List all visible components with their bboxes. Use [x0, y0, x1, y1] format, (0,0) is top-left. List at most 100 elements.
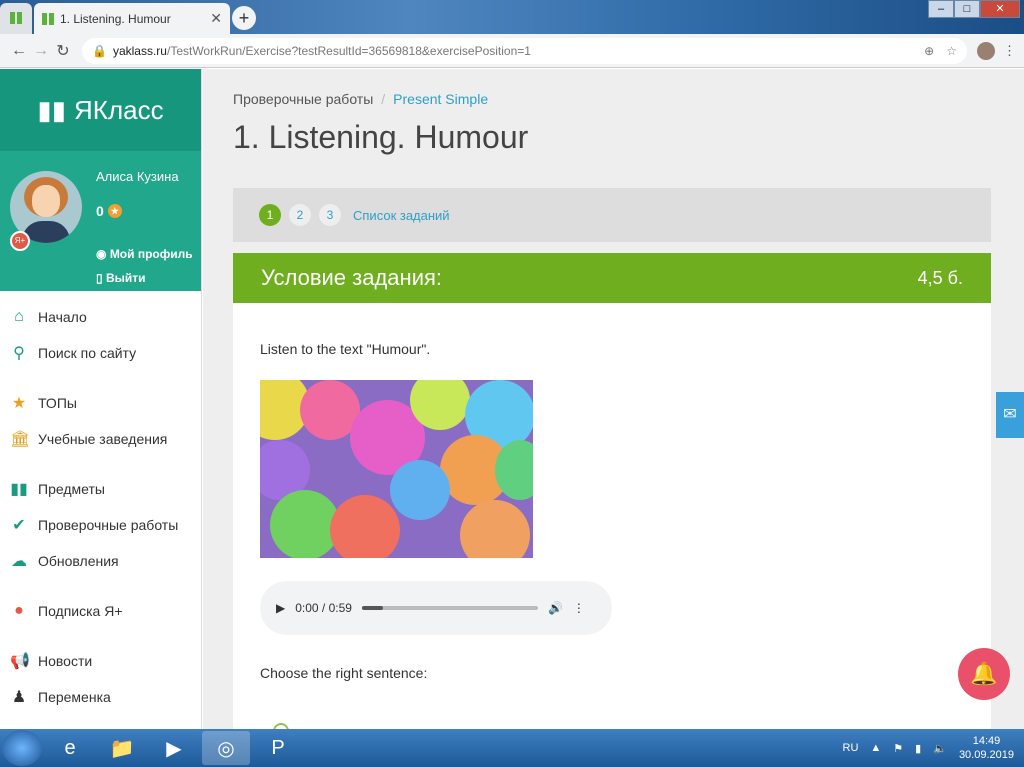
new-tab-button[interactable]: +: [232, 6, 256, 30]
book-logo-icon: ▮▮: [37, 94, 67, 125]
score-value: 0: [96, 203, 104, 219]
maximize-button[interactable]: □: [954, 0, 980, 18]
megaphone-icon: 📢: [10, 653, 30, 670]
reload-icon[interactable]: ↻: [52, 41, 74, 61]
task-list-link[interactable]: Список заданий: [353, 208, 450, 223]
sidebar-item-home[interactable]: ⌂ Начало: [0, 299, 201, 335]
date: 30.09.2019: [958, 749, 1014, 761]
profile-avatar[interactable]: [977, 41, 995, 60]
minimize-button[interactable]: –: [928, 0, 954, 18]
url-domain: yaklass.ru: [112, 43, 167, 58]
home-icon: ⌂: [14, 308, 24, 325]
explorer-icon[interactable]: 📁: [98, 731, 146, 765]
book-icon: ▮▮: [10, 481, 28, 498]
lock-icon: 🔒: [92, 43, 107, 58]
sidebar-item-updates[interactable]: ☁ Обновления: [0, 543, 201, 579]
check-circle-icon: ✔: [12, 517, 26, 534]
breadcrumb-current[interactable]: Present Simple: [393, 91, 488, 107]
url-input[interactable]: 🔒 yaklass.ru/TestWorkRun/Exercise?testRe…: [82, 37, 967, 64]
volume-tray-icon[interactable]: 🔈: [933, 742, 947, 755]
address-bar: ← → ↻ 🔒 yaklass.ru/TestWorkRun/Exercise?…: [0, 34, 1024, 68]
step-1[interactable]: 1: [259, 204, 281, 226]
chrome-icon[interactable]: ◎: [202, 731, 250, 765]
question: Choose the right sentence:: [260, 665, 428, 681]
browser-titlebar: 1. Listening. Humour ✕ + – □ ✕: [0, 0, 1024, 34]
logo-text: ЯКласс: [74, 94, 164, 125]
language-indicator[interactable]: RU: [843, 742, 859, 754]
show-hidden-icon[interactable]: ▲: [870, 742, 881, 754]
door-icon: ▯: [96, 271, 106, 285]
notification-bell-button[interactable]: 🔔: [958, 648, 1010, 700]
play-icon[interactable]: ▶: [276, 601, 285, 615]
label: Подписка Я+: [38, 603, 123, 619]
task-card: Условие задания: 4,5 б. Listen to the tex…: [233, 253, 991, 729]
institution-icon: 🏛: [10, 431, 31, 448]
logout-link[interactable]: ▯ Выйти: [96, 271, 145, 285]
logout-label: Выйти: [105, 271, 146, 285]
smileys-image: [260, 380, 533, 558]
tab-title: 1. Listening. Humour: [60, 11, 171, 26]
label: Предметы: [38, 481, 105, 497]
clock[interactable]: 14:49 30.09.2019: [959, 734, 1014, 762]
sidebar-item-news[interactable]: 📢 Новости: [0, 643, 201, 679]
logo[interactable]: ▮▮ ЯКласс: [0, 69, 201, 151]
label: ТОПы: [38, 395, 77, 411]
star-coin-icon: ★: [107, 204, 122, 218]
close-tab-icon[interactable]: ✕: [210, 10, 222, 27]
score: 0 ★: [96, 203, 122, 219]
start-button[interactable]: [2, 730, 42, 766]
power-icon[interactable]: ▮: [915, 742, 921, 755]
menu-icon[interactable]: ⋮: [1003, 43, 1016, 59]
forward-icon[interactable]: →: [30, 42, 52, 60]
cloud-icon: ☁: [11, 553, 27, 570]
sidebar-item-search[interactable]: ⚲ Поиск по сайту: [0, 335, 201, 371]
label: Поиск по сайту: [38, 345, 137, 361]
subscription-badge: Я+: [10, 231, 30, 251]
label: Новости: [38, 653, 93, 669]
sidebar-item-subscription[interactable]: ● Подписка Я+: [0, 593, 201, 629]
system-tray: RU ▲ ⚑ ▮ 🔈 14:49 30.09.2019: [843, 734, 1024, 762]
step-3[interactable]: 3: [319, 204, 341, 226]
exercise-steps: 1 2 3 Список заданий: [233, 188, 991, 242]
powerpoint-icon[interactable]: P: [254, 731, 302, 765]
close-window-button[interactable]: ✕: [980, 0, 1020, 18]
instruction: Listen to the text "Humour".: [260, 341, 431, 357]
add-icon[interactable]: ⊕: [924, 44, 934, 58]
user-icon: ◉: [96, 247, 110, 261]
more-options-icon[interactable]: ⋮: [573, 601, 585, 615]
bookmark-star-icon[interactable]: ☆: [946, 44, 957, 58]
label: Обновления: [38, 553, 119, 569]
active-tab[interactable]: 1. Listening. Humour ✕: [34, 3, 230, 34]
profile-link[interactable]: ◉ Мой профиль: [96, 247, 193, 261]
label: Проверочные работы: [38, 517, 179, 533]
audio-time: 0:00 / 0:59: [295, 601, 352, 615]
yaklass-favicon: [10, 12, 22, 24]
media-player-icon[interactable]: ▶: [150, 731, 198, 765]
profile-label: Мой профиль: [109, 247, 193, 261]
sidebar-item-break[interactable]: ♟ Переменка: [0, 679, 201, 715]
audio-progress-slider[interactable]: [361, 606, 538, 610]
audio-player: ▶ 0:00 / 0:59 🔊 ⋮: [260, 581, 612, 635]
sidebar-item-tops[interactable]: ★ ТОПы: [0, 385, 201, 421]
user-panel: Я+ Алиса Кузина 0 ★ ◉ Мой профиль ▯ Выйти: [0, 151, 201, 291]
ie-icon[interactable]: e: [46, 731, 94, 765]
sidebar-menu: ⌂ Начало ⚲ Поиск по сайту ★ ТОПы 🏛 Учебные з…: [0, 291, 201, 715]
feedback-mail-button[interactable]: ✉: [996, 392, 1024, 438]
url-path: /TestWorkRun/Exercise?testResultId=36569…: [166, 43, 531, 58]
sidebar-item-subjects[interactable]: ▮▮ Предметы: [0, 471, 201, 507]
star-icon: ★: [11, 395, 27, 412]
sidebar-item-tests[interactable]: ✔ Проверочные работы: [0, 507, 201, 543]
label: Переменка: [38, 689, 111, 705]
taskbar: e 📁 ▶ ◎ P RU ▲ ⚑ ▮ 🔈 14:49 30.09.2019: [0, 729, 1024, 767]
condition-title: Условие задания:: [261, 265, 443, 290]
volume-icon[interactable]: 🔊: [548, 601, 563, 615]
step-2[interactable]: 2: [289, 204, 311, 226]
flag-icon[interactable]: ⚑: [893, 742, 903, 755]
breadcrumb-parent[interactable]: Проверочные работы: [233, 91, 373, 107]
back-icon[interactable]: ←: [8, 42, 30, 60]
sidebar-item-institutions[interactable]: 🏛 Учебные заведения: [0, 421, 201, 457]
user-name[interactable]: Алиса Кузина: [96, 169, 179, 184]
yaklass-favicon: [42, 12, 54, 25]
pinned-tab[interactable]: [0, 3, 32, 34]
label: Начало: [38, 309, 87, 325]
